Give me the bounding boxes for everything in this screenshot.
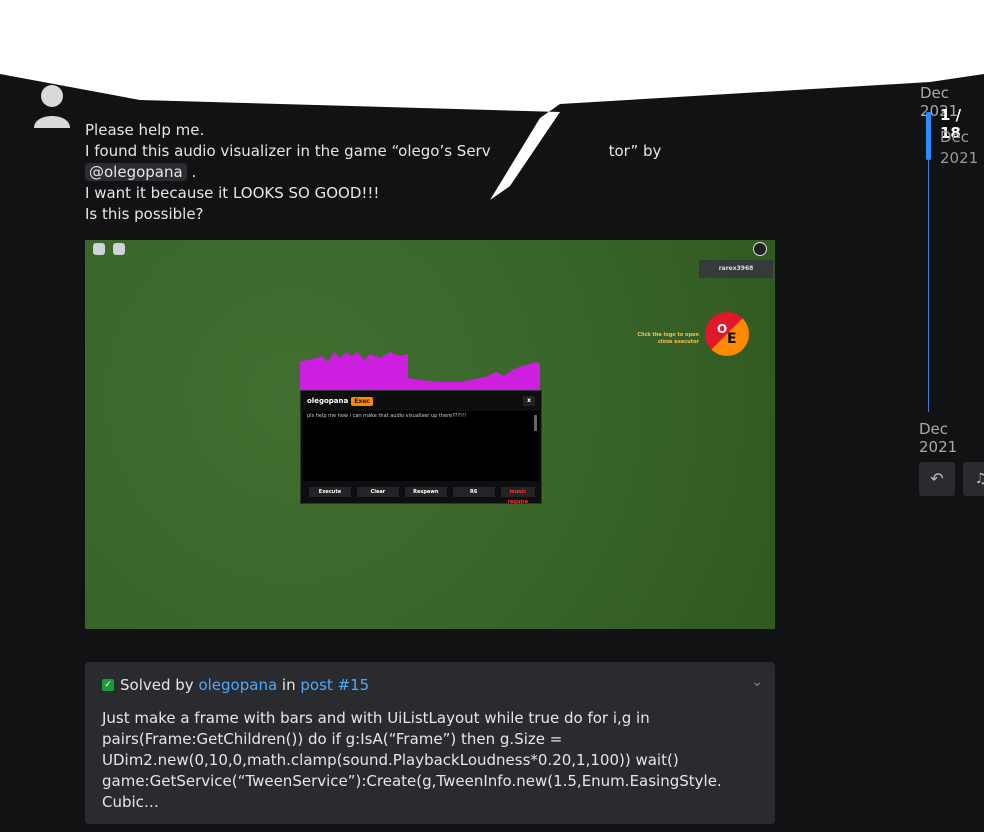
bell-icon: ♫: [974, 471, 984, 487]
r6-button: R6: [452, 487, 495, 497]
timeline-end-date[interactable]: Dec 2021: [919, 420, 984, 456]
post-line: Please help me.: [85, 121, 205, 139]
solution-excerpt[interactable]: Just make a frame with bars and with UiL…: [102, 708, 762, 813]
audio-visualizer: [300, 352, 540, 390]
executor-panel: olegopana Exec x pls help me how i can m…: [300, 390, 542, 505]
roblox-icon: [93, 243, 105, 255]
respawn-button: Respawn: [404, 487, 447, 497]
solution-box: ✓ Solved by olegopana in post #15 ⌄ Just…: [85, 662, 775, 824]
timeline-handle[interactable]: [926, 112, 931, 160]
executor-badge: Exec: [351, 396, 373, 406]
logo-hint: Click the logo to open close executor: [637, 332, 699, 345]
solution-author-link[interactable]: olegopana: [198, 676, 277, 694]
post-line: I want it because it LOOKS SO GOOD!!!: [85, 184, 380, 202]
more-options-icon: [753, 242, 767, 256]
post-line: Is this possible?: [85, 205, 204, 223]
post-line: I found this audio visualizer in the gam…: [85, 142, 662, 160]
executor-title: olegopana: [307, 397, 349, 405]
executor-textbox: pls help me how i can make that audio vi…: [303, 411, 539, 481]
timeline-current-date: Dec 2021: [940, 128, 979, 167]
reply-icon: ↶: [930, 469, 944, 488]
solution-header: ✓ Solved by olegopana in post #15: [102, 676, 369, 694]
executor-logo: OE: [705, 312, 749, 356]
user-avatar-icon[interactable]: [30, 82, 74, 128]
music-require-button: music require: [500, 487, 535, 505]
chevron-down-icon[interactable]: ⌄: [751, 674, 763, 690]
chat-icon: [113, 243, 125, 255]
post-body: Please help me. I found this audio visua…: [85, 120, 725, 225]
embedded-screenshot[interactable]: rarex3968 Click the logo to open close e…: [85, 240, 775, 629]
clear-button: Clear: [356, 487, 399, 497]
user-mention[interactable]: @olegopana: [85, 163, 187, 181]
checkbox-icon: ✓: [102, 679, 114, 691]
solution-post-link[interactable]: post #15: [300, 676, 369, 694]
player-name: rarex3968: [699, 260, 773, 278]
execute-button: Execute: [309, 487, 351, 497]
notification-button[interactable]: ♫: [963, 462, 984, 496]
post-line: @olegopana .: [85, 162, 725, 183]
executor-close-button: x: [523, 396, 535, 406]
reply-button[interactable]: ↶: [919, 462, 955, 496]
